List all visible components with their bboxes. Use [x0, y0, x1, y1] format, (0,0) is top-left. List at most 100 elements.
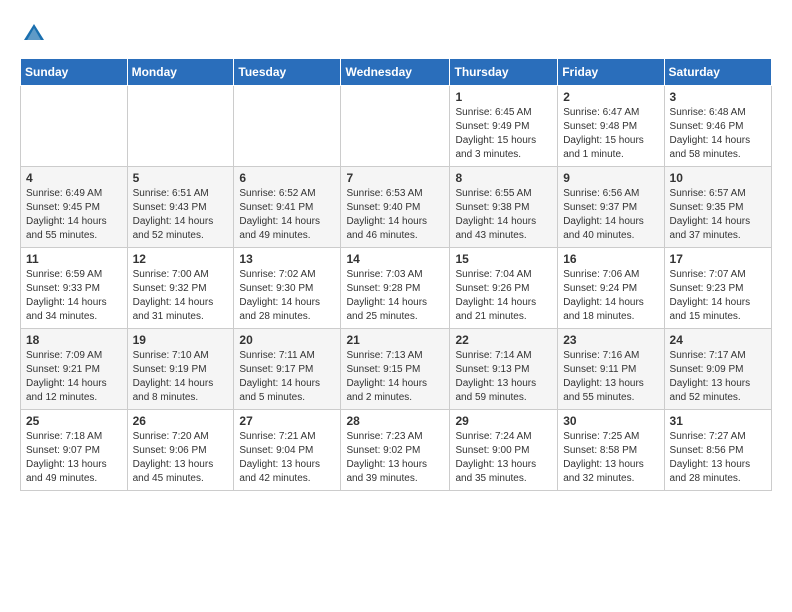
day-number: 13: [239, 252, 335, 266]
day-info: Sunrise: 7:13 AM Sunset: 9:15 PM Dayligh…: [346, 349, 444, 405]
day-info: Sunrise: 7:03 AM Sunset: 9:28 PM Dayligh…: [346, 268, 444, 324]
day-info: Sunrise: 6:59 AM Sunset: 9:33 PM Dayligh…: [26, 268, 122, 324]
day-number: 14: [346, 252, 444, 266]
day-number: 16: [563, 252, 658, 266]
day-number: 22: [455, 333, 552, 347]
calendar-cell: 30 Sunrise: 7:25 AM Sunset: 8:58 PM Dayli…: [558, 410, 664, 491]
day-number: 9: [563, 171, 658, 185]
day-number: 30: [563, 414, 658, 428]
day-info: Sunrise: 7:09 AM Sunset: 9:21 PM Dayligh…: [26, 349, 122, 405]
calendar-cell: 18 Sunrise: 7:09 AM Sunset: 9:21 PM Dayli…: [21, 329, 128, 410]
day-info: Sunrise: 7:06 AM Sunset: 9:24 PM Dayligh…: [563, 268, 658, 324]
page-header: [20, 20, 772, 48]
day-info: Sunrise: 6:55 AM Sunset: 9:38 PM Dayligh…: [455, 187, 552, 243]
weekday-header-row: SundayMondayTuesdayWednesdayThursdayFrid…: [21, 59, 772, 86]
calendar-cell: 27 Sunrise: 7:21 AM Sunset: 9:04 PM Dayli…: [234, 410, 341, 491]
day-info: Sunrise: 7:21 AM Sunset: 9:04 PM Dayligh…: [239, 430, 335, 486]
calendar-cell: 14 Sunrise: 7:03 AM Sunset: 9:28 PM Dayli…: [341, 248, 450, 329]
calendar-cell: 28Sunrise: 7:23 AM Sunset: 9:02 PM Dayli…: [341, 410, 450, 491]
weekday-header: Sunday: [21, 59, 128, 86]
day-number: 21: [346, 333, 444, 347]
calendar-cell: 23 Sunrise: 7:16 AM Sunset: 9:11 PM Dayli…: [558, 329, 664, 410]
day-info: Sunrise: 7:18 AM Sunset: 9:07 PM Dayligh…: [26, 430, 122, 486]
day-number: 24: [670, 333, 766, 347]
calendar-cell: 13 Sunrise: 7:02 AM Sunset: 9:30 PM Dayli…: [234, 248, 341, 329]
day-number: 11: [26, 252, 122, 266]
calendar-cell: 31 Sunrise: 7:27 AM Sunset: 8:56 PM Dayli…: [664, 410, 771, 491]
calendar-cell: 20 Sunrise: 7:11 AM Sunset: 9:17 PM Dayli…: [234, 329, 341, 410]
day-info: Sunrise: 6:48 AM Sunset: 9:46 PM Dayligh…: [670, 106, 766, 162]
weekday-header: Thursday: [450, 59, 558, 86]
calendar-cell: [127, 86, 234, 167]
day-number: 20: [239, 333, 335, 347]
calendar-cell: 21 Sunrise: 7:13 AM Sunset: 9:15 PM Dayli…: [341, 329, 450, 410]
calendar-cell: 29Sunrise: 7:24 AM Sunset: 9:00 PM Dayli…: [450, 410, 558, 491]
day-number: 2: [563, 90, 658, 104]
day-number: 31: [670, 414, 766, 428]
calendar-cell: 25 Sunrise: 7:18 AM Sunset: 9:07 PM Dayli…: [21, 410, 128, 491]
calendar-cell: 9 Sunrise: 6:56 AM Sunset: 9:37 PM Daylig…: [558, 167, 664, 248]
calendar-cell: 8 Sunrise: 6:55 AM Sunset: 9:38 PM Daylig…: [450, 167, 558, 248]
calendar: SundayMondayTuesdayWednesdayThursdayFrid…: [20, 58, 772, 491]
day-number: 4: [26, 171, 122, 185]
calendar-cell: 22 Sunrise: 7:14 AM Sunset: 9:13 PM Dayli…: [450, 329, 558, 410]
day-info: Sunrise: 6:56 AM Sunset: 9:37 PM Dayligh…: [563, 187, 658, 243]
weekday-header: Friday: [558, 59, 664, 86]
calendar-cell: 6 Sunrise: 6:52 AM Sunset: 9:41 PM Daylig…: [234, 167, 341, 248]
calendar-cell: [21, 86, 128, 167]
day-info: Sunrise: 7:00 AM Sunset: 9:32 PM Dayligh…: [133, 268, 229, 324]
calendar-week-row: 18 Sunrise: 7:09 AM Sunset: 9:21 PM Dayli…: [21, 329, 772, 410]
weekday-header: Monday: [127, 59, 234, 86]
day-info: Sunrise: 6:45 AM Sunset: 9:49 PM Dayligh…: [455, 106, 552, 162]
day-info: Sunrise: 6:51 AM Sunset: 9:43 PM Dayligh…: [133, 187, 229, 243]
logo-icon: [20, 20, 48, 48]
calendar-cell: 19Sunrise: 7:10 AM Sunset: 9:19 PM Dayli…: [127, 329, 234, 410]
calendar-cell: 3 Sunrise: 6:48 AM Sunset: 9:46 PM Daylig…: [664, 86, 771, 167]
day-number: 10: [670, 171, 766, 185]
calendar-week-row: 1Sunrise: 6:45 AM Sunset: 9:49 PM Daylig…: [21, 86, 772, 167]
day-info: Sunrise: 7:27 AM Sunset: 8:56 PM Dayligh…: [670, 430, 766, 486]
day-number: 23: [563, 333, 658, 347]
calendar-cell: 4 Sunrise: 6:49 AM Sunset: 9:45 PM Daylig…: [21, 167, 128, 248]
day-number: 12: [133, 252, 229, 266]
day-info: Sunrise: 6:47 AM Sunset: 9:48 PM Dayligh…: [563, 106, 658, 162]
calendar-cell: 17Sunrise: 7:07 AM Sunset: 9:23 PM Dayli…: [664, 248, 771, 329]
calendar-cell: 12 Sunrise: 7:00 AM Sunset: 9:32 PM Dayli…: [127, 248, 234, 329]
day-number: 28: [346, 414, 444, 428]
day-info: Sunrise: 7:04 AM Sunset: 9:26 PM Dayligh…: [455, 268, 552, 324]
day-number: 26: [133, 414, 229, 428]
calendar-cell: 24 Sunrise: 7:17 AM Sunset: 9:09 PM Dayli…: [664, 329, 771, 410]
day-number: 27: [239, 414, 335, 428]
day-info: Sunrise: 6:52 AM Sunset: 9:41 PM Dayligh…: [239, 187, 335, 243]
calendar-cell: 2 Sunrise: 6:47 AM Sunset: 9:48 PM Daylig…: [558, 86, 664, 167]
calendar-cell: [234, 86, 341, 167]
day-number: 19: [133, 333, 229, 347]
day-number: 8: [455, 171, 552, 185]
calendar-cell: 7Sunrise: 6:53 AM Sunset: 9:40 PM Daylig…: [341, 167, 450, 248]
day-info: Sunrise: 7:11 AM Sunset: 9:17 PM Dayligh…: [239, 349, 335, 405]
calendar-cell: 5 Sunrise: 6:51 AM Sunset: 9:43 PM Daylig…: [127, 167, 234, 248]
calendar-cell: 26Sunrise: 7:20 AM Sunset: 9:06 PM Dayli…: [127, 410, 234, 491]
day-number: 7: [346, 171, 444, 185]
day-number: 6: [239, 171, 335, 185]
day-number: 17: [670, 252, 766, 266]
day-info: Sunrise: 7:02 AM Sunset: 9:30 PM Dayligh…: [239, 268, 335, 324]
day-info: Sunrise: 7:25 AM Sunset: 8:58 PM Dayligh…: [563, 430, 658, 486]
day-info: Sunrise: 7:17 AM Sunset: 9:09 PM Dayligh…: [670, 349, 766, 405]
day-number: 25: [26, 414, 122, 428]
day-info: Sunrise: 7:16 AM Sunset: 9:11 PM Dayligh…: [563, 349, 658, 405]
day-number: 18: [26, 333, 122, 347]
weekday-header: Wednesday: [341, 59, 450, 86]
calendar-cell: [341, 86, 450, 167]
day-number: 15: [455, 252, 552, 266]
calendar-week-row: 11 Sunrise: 6:59 AM Sunset: 9:33 PM Dayli…: [21, 248, 772, 329]
calendar-cell: 1Sunrise: 6:45 AM Sunset: 9:49 PM Daylig…: [450, 86, 558, 167]
logo: [20, 20, 52, 48]
day-info: Sunrise: 7:14 AM Sunset: 9:13 PM Dayligh…: [455, 349, 552, 405]
day-number: 5: [133, 171, 229, 185]
weekday-header: Tuesday: [234, 59, 341, 86]
day-number: 29: [455, 414, 552, 428]
day-info: Sunrise: 6:49 AM Sunset: 9:45 PM Dayligh…: [26, 187, 122, 243]
day-number: 3: [670, 90, 766, 104]
calendar-week-row: 4 Sunrise: 6:49 AM Sunset: 9:45 PM Daylig…: [21, 167, 772, 248]
